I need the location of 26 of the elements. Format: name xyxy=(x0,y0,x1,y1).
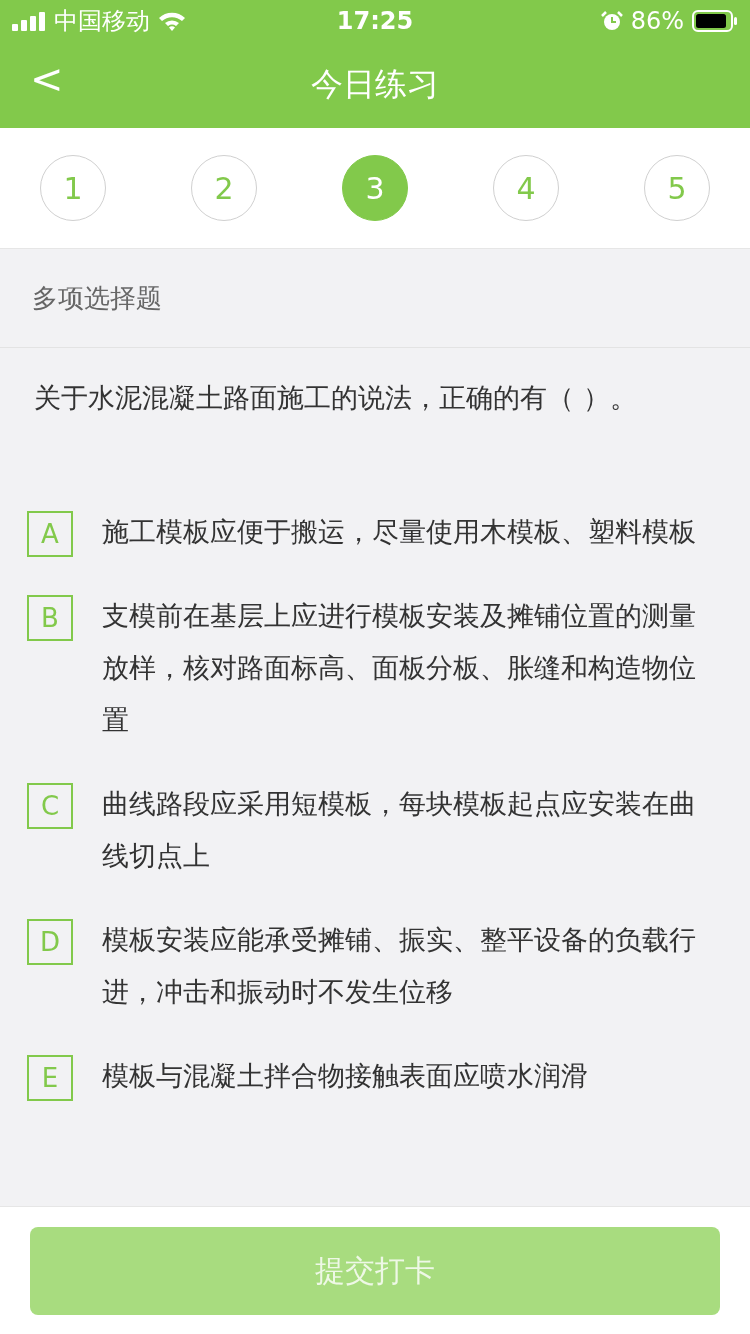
question-type: 多项选择题 xyxy=(32,281,162,315)
signal-icon xyxy=(12,11,46,31)
question-number-tab[interactable]: 4 xyxy=(493,155,559,221)
back-button[interactable]: < xyxy=(22,56,72,102)
option-letter-box[interactable]: D xyxy=(27,919,73,965)
question-text: 关于水泥混凝土路面施工的说法，正确的有（ ）。 xyxy=(34,381,638,415)
clock-time: 17:25 xyxy=(336,7,414,35)
option-text[interactable]: 施工模板应便于搬运，尽量使用木模板、塑料模板 xyxy=(102,506,696,558)
page-title: 今日练习 xyxy=(311,64,439,105)
battery-icon xyxy=(692,10,738,32)
battery-percent: 86% xyxy=(630,7,684,35)
option-text[interactable]: 模板与混凝土拌合物接触表面应喷水润滑 xyxy=(102,1050,588,1102)
option-text[interactable]: 支模前在基层上应进行模板安装及摊铺位置的测量放样，核对路面标高、面板分板、胀缝和构造物位置 xyxy=(102,590,720,746)
question-number-tab[interactable]: 2 xyxy=(191,155,257,221)
option-text[interactable]: 模板安装应能承受摊铺、振实、整平设备的负载行进，冲击和振动时不发生位移 xyxy=(102,914,720,1018)
question-number-tab[interactable]: 1 xyxy=(40,155,106,221)
alarm-icon xyxy=(600,10,623,32)
option-letter-box[interactable]: C xyxy=(27,783,73,829)
wifi-icon xyxy=(158,11,186,31)
option-letter-box[interactable]: E xyxy=(27,1055,73,1101)
option-letter-box[interactable]: A xyxy=(27,511,73,557)
question-number-tab[interactable]: 5 xyxy=(644,155,710,221)
carrier-name: 中国移动 xyxy=(54,6,150,37)
option-text[interactable]: 曲线路段应采用短模板，每块模板起点应安装在曲线切点上 xyxy=(102,778,720,882)
option-letter-box[interactable]: B xyxy=(27,595,73,641)
question-number-tab[interactable]: 3 xyxy=(342,155,408,221)
